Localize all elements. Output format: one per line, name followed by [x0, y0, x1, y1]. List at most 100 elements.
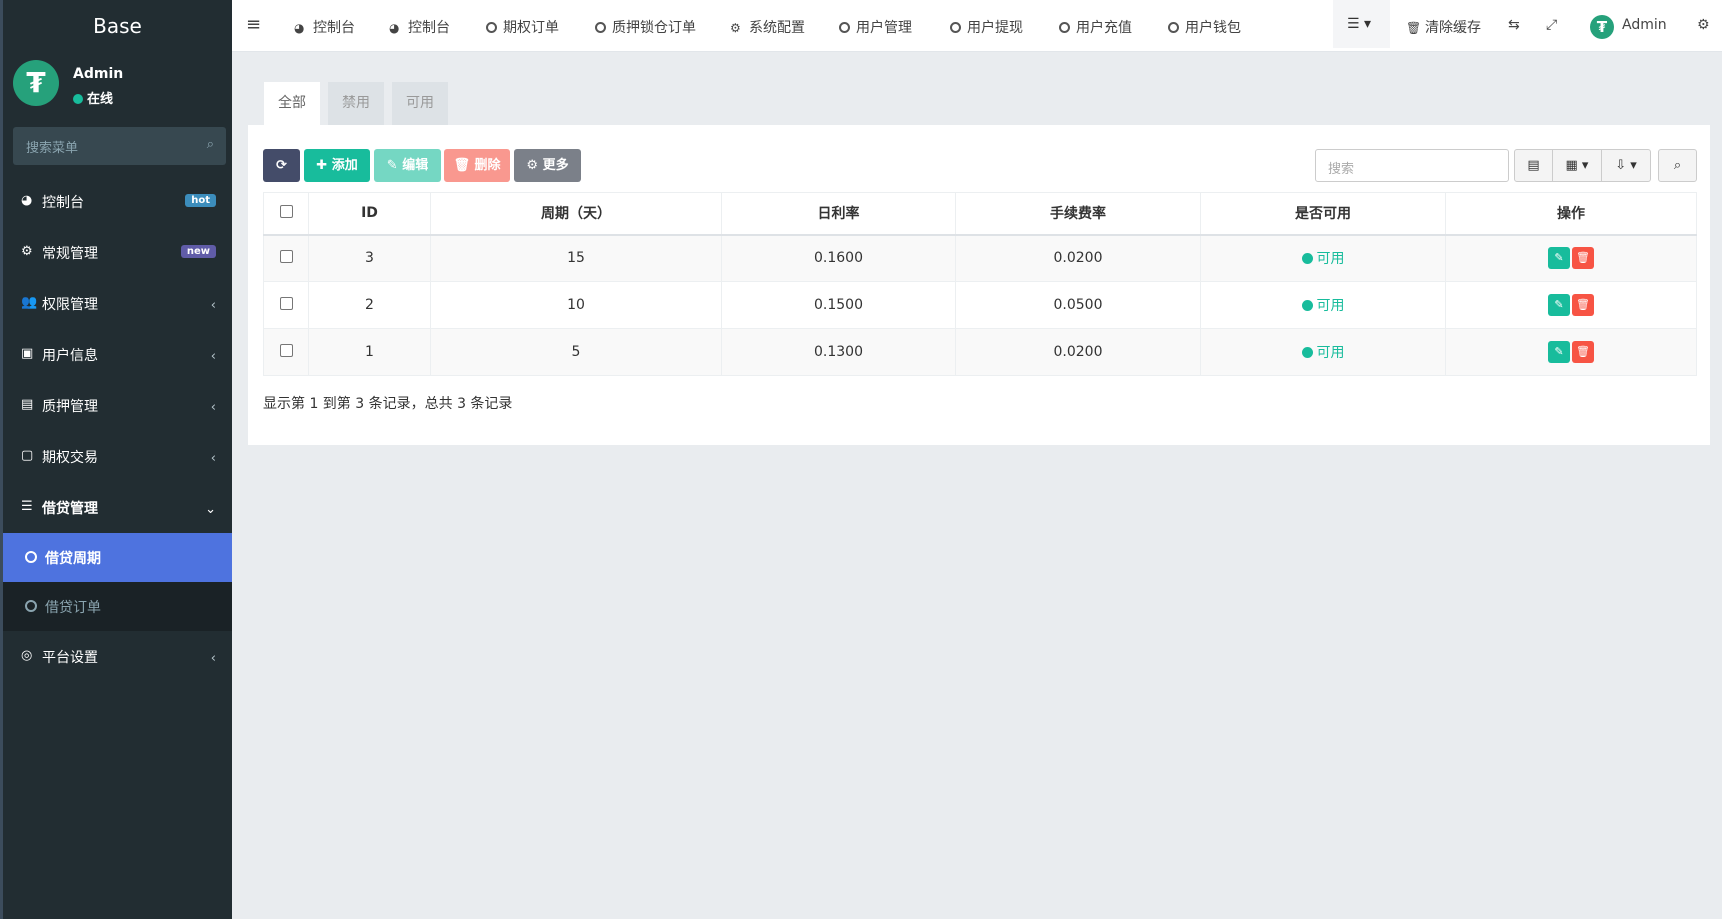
sidebar-item-loan-order[interactable]: 借贷订单 — [3, 582, 232, 631]
column-header-status[interactable]: 是否可用 — [1200, 192, 1446, 236]
sidebar-item-label: 借贷订单 — [45, 600, 101, 616]
more-button[interactable]: ⚙ 更多 — [514, 149, 581, 182]
chevron-left-icon: ‹ — [210, 298, 216, 313]
list-icon: ☰ — [21, 499, 33, 514]
cell-rate: 0.1500 — [721, 281, 956, 329]
file-icon: ▢ — [21, 448, 34, 463]
cell-actions: ✎ 🗑 — [1445, 328, 1697, 376]
sidebar-item-auth[interactable]: 👥 权限管理 ‹ — [3, 278, 232, 329]
sidebar-menu: ◕ 控制台 hot ⚙ 常规管理 new 👥 权限管理 ‹ ▣ 用户信息 ‹ ▤… — [3, 176, 232, 682]
row-checkbox-cell — [263, 234, 309, 282]
sidebar-item-general[interactable]: ⚙ 常规管理 new — [3, 227, 232, 278]
row-edit-button[interactable]: ✎ — [1548, 294, 1570, 316]
row-delete-button[interactable]: 🗑 — [1572, 341, 1594, 363]
status-label: 可用 — [1316, 345, 1345, 361]
nav-link-dashboard-2[interactable]: ◕ 控制台 — [389, 17, 450, 37]
status-badge[interactable]: 可用 — [1301, 251, 1345, 267]
nav-link-wallet[interactable]: 用户钱包 — [1168, 17, 1241, 37]
user-panel: ₮ Admin 在线 — [3, 52, 232, 114]
status-label: 在线 — [87, 92, 114, 107]
nav-link-label: 期权订单 — [503, 20, 559, 36]
columns-dropdown-icon[interactable]: ▦ ▾ — [1552, 149, 1602, 182]
chevron-left-icon: ‹ — [210, 451, 216, 466]
nav-link-withdraw[interactable]: 用户提现 — [950, 17, 1023, 37]
circle-icon — [1168, 22, 1179, 33]
cell-fee: 0.0200 — [955, 328, 1201, 376]
nav-link-label: 控制台 — [408, 20, 450, 36]
clear-cache-label: 清除缓存 — [1425, 20, 1481, 36]
online-dot-icon — [73, 94, 83, 104]
sidebar-item-loan[interactable]: ☰ 借贷管理 ⌄ — [3, 482, 232, 533]
row-edit-button[interactable]: ✎ — [1548, 247, 1570, 270]
menu-search-placeholder: 搜索菜单 — [26, 141, 79, 156]
search-icon[interactable]: ⌕ — [207, 137, 214, 152]
user-status: 在线 — [73, 88, 113, 107]
sidebar-item-label: 质押管理 — [42, 399, 98, 415]
brand-logo[interactable]: Base — [3, 0, 232, 52]
table-row: 3 15 0.1600 0.0200 可用 ✎ 🗑 — [263, 234, 1697, 282]
gear-icon[interactable]: ⚙ — [1697, 17, 1710, 33]
nav-link-label: 用户管理 — [856, 20, 912, 36]
tab-enabled[interactable]: 可用 — [392, 82, 448, 125]
refresh-button[interactable]: ⟳ — [263, 149, 300, 182]
menu-search-input[interactable]: 搜索菜单 ⌕ — [13, 127, 226, 165]
row-edit-button[interactable]: ✎ — [1548, 341, 1570, 363]
advanced-search-icon[interactable]: ⌕ — [1658, 149, 1697, 182]
sidebar-item-loan-period[interactable]: 借贷周期 — [3, 533, 232, 582]
hamburger-icon[interactable]: ≡ — [246, 14, 261, 35]
select-all-checkbox[interactable] — [279, 204, 293, 218]
sidebar-item-dashboard[interactable]: ◕ 控制台 hot — [3, 176, 232, 227]
tab-disabled[interactable]: 禁用 — [328, 82, 384, 125]
status-badge[interactable]: 可用 — [1301, 298, 1345, 314]
column-header-period[interactable]: 周期（天） — [430, 192, 722, 236]
cell-actions: ✎ 🗑 — [1445, 234, 1697, 282]
column-header-rate[interactable]: 日利率 — [721, 192, 956, 236]
sidebar-item-label: 权限管理 — [42, 297, 98, 313]
clear-cache-button[interactable]: 🗑 清除缓存 — [1406, 17, 1481, 37]
row-checkbox[interactable] — [279, 343, 293, 357]
row-delete-button[interactable]: 🗑 — [1572, 247, 1594, 270]
admin-name[interactable]: Admin — [1622, 17, 1667, 33]
nav-list-dropdown[interactable]: ☰ ▾ — [1333, 0, 1390, 48]
edit-button[interactable]: ✎ 编辑 — [374, 149, 441, 182]
sidebar: Base ₮ Admin 在线 搜索菜单 ⌕ ◕ 控制台 hot ⚙ 常规管理 … — [0, 0, 232, 919]
nav-link-dashboard[interactable]: ◕ 控制台 — [294, 17, 355, 37]
top-navbar: ≡ ◕ 控制台 ◕ 控制台 期权订单 质押锁仓订单 ⚙ 系统配置 用户管理 用户提现 … — [232, 0, 1722, 52]
nav-link-user-manage[interactable]: 用户管理 — [839, 17, 912, 37]
table-search-input[interactable]: 搜索 — [1315, 149, 1509, 182]
status-dot-icon — [1301, 253, 1313, 265]
nav-link-label: 用户充值 — [1076, 20, 1132, 36]
nav-link-system-config[interactable]: ⚙ 系统配置 — [730, 17, 805, 37]
cell-period: 5 — [430, 328, 722, 376]
avatar: ₮ — [13, 60, 59, 106]
data-table: ID 周期（天） 日利率 手续费率 是否可用 操作 3 15 0.1600 0.… — [263, 192, 1697, 376]
cell-id: 3 — [308, 234, 431, 282]
dashboard-icon: ◕ — [21, 193, 33, 208]
nav-link-recharge[interactable]: 用户充值 — [1059, 17, 1132, 37]
fullscreen-icon[interactable]: ⤢ — [1546, 17, 1557, 33]
table-row: 1 5 0.1300 0.0200 可用 ✎ 🗑 — [263, 328, 1697, 376]
export-dropdown-icon[interactable]: ⇩ ▾ — [1601, 149, 1651, 182]
language-icon[interactable]: ⇆ — [1508, 17, 1520, 33]
sidebar-item-user-info[interactable]: ▣ 用户信息 ‹ — [3, 329, 232, 380]
nav-link-option-orders[interactable]: 期权订单 — [486, 17, 559, 37]
row-delete-button[interactable]: 🗑 — [1572, 294, 1594, 316]
column-header-fee[interactable]: 手续费率 — [955, 192, 1201, 236]
row-checkbox[interactable] — [279, 296, 293, 310]
delete-button[interactable]: 🗑 删除 — [444, 149, 510, 182]
sidebar-item-platform[interactable]: ◎ 平台设置 ‹ — [3, 631, 232, 682]
status-badge[interactable]: 可用 — [1301, 345, 1345, 361]
circle-icon — [25, 600, 37, 612]
cogs-icon: ⚙ — [21, 244, 33, 259]
sidebar-item-pledge[interactable]: ▤ 质押管理 ‹ — [3, 380, 232, 431]
row-checkbox[interactable] — [279, 249, 293, 263]
add-button[interactable]: ✚ 添加 — [304, 149, 370, 182]
avatar[interactable]: ₮ — [1590, 15, 1614, 39]
toggle-view-icon[interactable]: ▤ — [1514, 149, 1553, 182]
sidebar-item-label: 控制台 — [42, 195, 84, 211]
id-card-icon: ▤ — [21, 397, 34, 412]
column-header-id[interactable]: ID — [308, 192, 431, 236]
tab-all[interactable]: 全部 — [264, 82, 320, 125]
nav-link-pledge-orders[interactable]: 质押锁仓订单 — [595, 17, 696, 37]
sidebar-item-options[interactable]: ▢ 期权交易 ‹ — [3, 431, 232, 482]
